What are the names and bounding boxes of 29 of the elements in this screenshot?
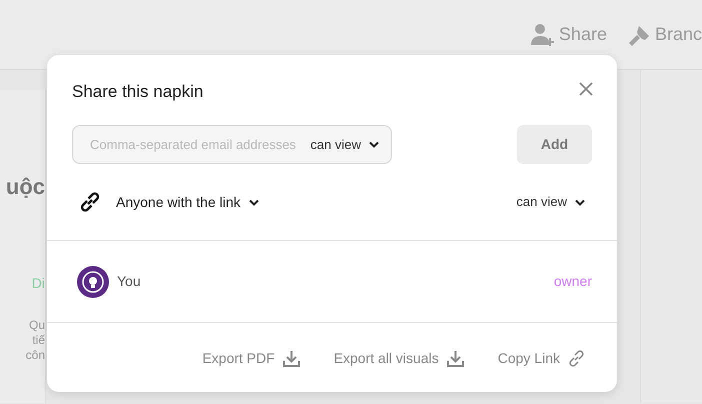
chevron-down-icon (248, 198, 259, 206)
export-button[interactable]: Export PDF (202, 348, 300, 368)
person-plus-icon (530, 22, 555, 46)
heading-text: uộc (4, 173, 45, 201)
chevron-down-icon (575, 198, 585, 206)
member-name: You (117, 272, 141, 291)
chevron-down-icon (369, 141, 379, 148)
avatar-icon (77, 266, 109, 298)
brand-button[interactable]: Branc (628, 21, 702, 48)
permission-dropdown[interactable]: can view (516, 192, 585, 212)
body-text: côn (24, 348, 45, 363)
link-access-dropdown[interactable]: Anyone with the link (116, 192, 259, 212)
member-role: owner (554, 272, 592, 291)
download-icon (446, 350, 464, 366)
permission-dropdown[interactable]: can view (310, 134, 379, 154)
body-text: Qu (28, 318, 45, 333)
link-icon (80, 192, 100, 212)
export-button[interactable]: Export all visuals (334, 348, 464, 368)
body-text: tiế (31, 333, 45, 348)
tag-text: Di (30, 274, 45, 293)
dialog-title: Share this napkin (72, 81, 204, 103)
copy-link-button[interactable]: Copy Link (498, 348, 585, 368)
download-icon (282, 350, 300, 366)
email-field[interactable]: Comma-separated email addresses can view (72, 125, 392, 164)
paintbrush-icon (628, 24, 651, 46)
link-icon (568, 350, 585, 366)
email-input[interactable]: Comma-separated email addresses (90, 134, 310, 154)
share-button[interactable]: Share (530, 21, 607, 48)
close-icon (579, 82, 593, 96)
